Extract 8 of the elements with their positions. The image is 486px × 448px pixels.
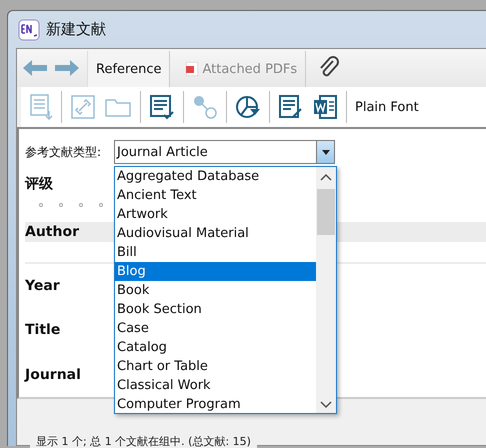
field-label: Title <box>25 322 60 338</box>
rating-label: 评级 <box>25 175 53 193</box>
status-text: 显示 1 个; 总 1 个文献在组中. (总文献: 15) <box>30 436 257 448</box>
field-label: Year <box>25 278 60 294</box>
field-label: Journal <box>25 366 81 383</box>
window-title: 新建文献 <box>46 20 106 39</box>
reference-type-label: 参考文献类型: <box>25 144 102 160</box>
field-label: Author <box>25 224 79 240</box>
